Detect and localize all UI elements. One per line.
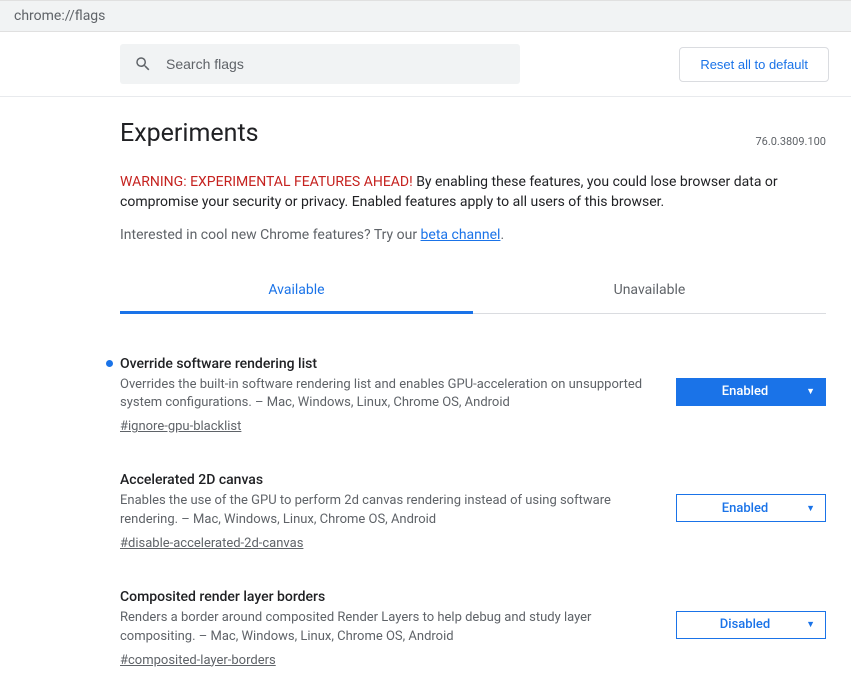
flags-list: Override software rendering list Overrid… — [120, 344, 826, 694]
search-box[interactable] — [120, 44, 520, 84]
flag-item: Composited render layer borders Renders … — [120, 577, 826, 694]
flag-text: Override software rendering list Overrid… — [120, 356, 652, 435]
flag-text: Composited render layer borders Renders … — [120, 589, 652, 668]
tabs: Available Unavailable — [120, 269, 826, 314]
flag-text: Accelerated 2D canvas Enables the use of… — [120, 472, 652, 551]
address-bar-text: chrome://flags — [14, 8, 105, 24]
flag-control: Disabled ▼ — [676, 589, 826, 668]
search-input[interactable] — [166, 56, 506, 72]
flag-select-value: Disabled — [720, 617, 770, 632]
page-title: Experiments — [120, 119, 259, 148]
flag-select[interactable]: Enabled ▼ — [676, 378, 826, 406]
flag-description: Overrides the built-in software renderin… — [120, 376, 652, 414]
flag-item: Override software rendering list Overrid… — [120, 344, 826, 461]
reset-all-button[interactable]: Reset all to default — [679, 47, 829, 82]
address-bar[interactable]: chrome://flags — [0, 0, 851, 32]
modified-indicator — [106, 360, 113, 367]
flag-select[interactable]: Enabled ▼ — [676, 494, 826, 522]
flag-control: Enabled ▼ — [676, 472, 826, 551]
flag-control: Enabled ▼ — [676, 356, 826, 435]
chevron-down-icon: ▼ — [806, 619, 815, 630]
header-row: Experiments 76.0.3809.100 — [120, 119, 826, 148]
promo-suffix: . — [500, 227, 504, 243]
promo-prefix: Interested in cool new Chrome features? … — [120, 227, 421, 243]
beta-channel-link[interactable]: beta channel — [421, 227, 501, 243]
warning-label: WARNING: EXPERIMENTAL FEATURES AHEAD! — [120, 174, 413, 190]
chevron-down-icon: ▼ — [806, 503, 815, 514]
flag-description: Enables the use of the GPU to perform 2d… — [120, 492, 652, 530]
flag-select-value: Enabled — [722, 501, 769, 516]
flag-title: Accelerated 2D canvas — [120, 472, 652, 488]
toolbar: Reset all to default — [0, 32, 851, 96]
flag-hash-link[interactable]: #disable-accelerated-2d-canvas — [120, 536, 303, 551]
tab-available[interactable]: Available — [120, 269, 473, 314]
flag-item: Accelerated 2D canvas Enables the use of… — [120, 460, 826, 577]
flag-description: Renders a border around composited Rende… — [120, 609, 652, 647]
promo-text: Interested in cool new Chrome features? … — [120, 227, 826, 243]
flag-title: Override software rendering list — [120, 356, 652, 372]
toolbar-wrap: Reset all to default — [0, 32, 851, 97]
tab-unavailable[interactable]: Unavailable — [473, 269, 826, 313]
warning-block: WARNING: EXPERIMENTAL FEATURES AHEAD! By… — [120, 172, 826, 213]
search-icon — [134, 55, 152, 73]
flag-select[interactable]: Disabled ▼ — [676, 611, 826, 639]
flag-select-value: Enabled — [722, 384, 769, 399]
main-content: Experiments 76.0.3809.100 WARNING: EXPER… — [0, 119, 848, 694]
flag-title: Composited render layer borders — [120, 589, 652, 605]
flag-hash-link[interactable]: #ignore-gpu-blacklist — [120, 419, 241, 434]
flag-hash-link[interactable]: #composited-layer-borders — [120, 653, 276, 668]
version-label: 76.0.3809.100 — [755, 135, 826, 148]
chevron-down-icon: ▼ — [806, 386, 815, 397]
